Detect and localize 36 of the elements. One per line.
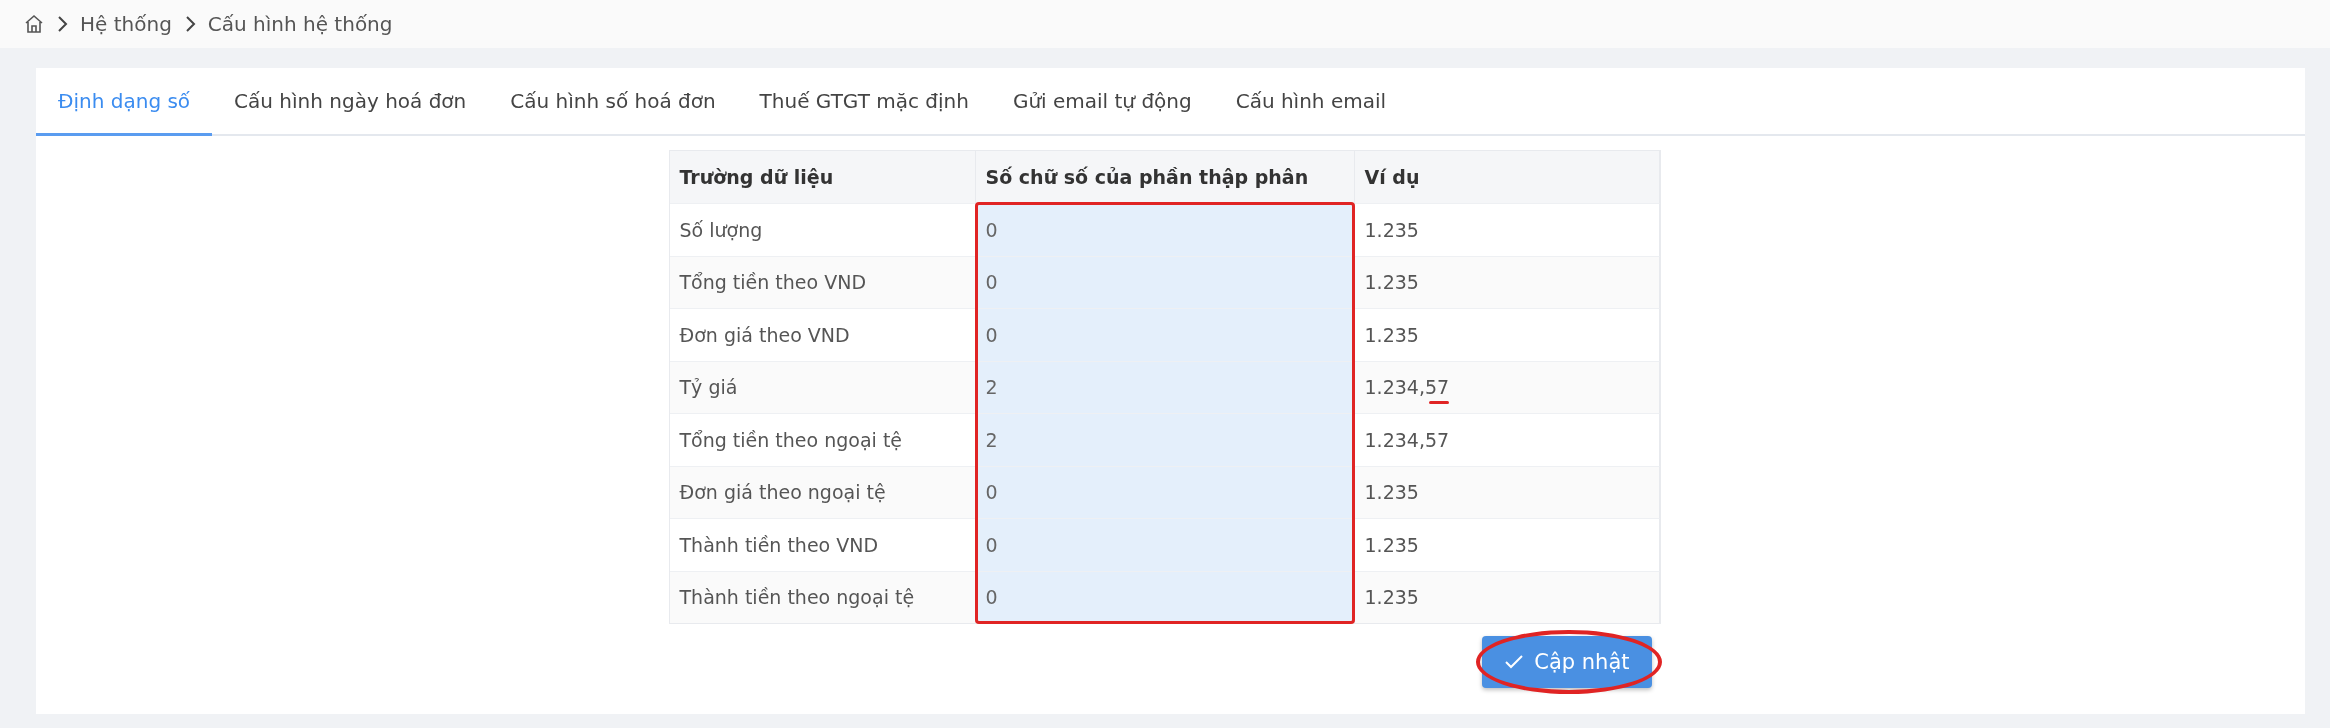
breadcrumb-link[interactable]: Cấu hình hệ thống: [207, 12, 393, 36]
table-cell: Tỷ giá: [669, 360, 976, 413]
example-value: 1.234,57: [1364, 368, 1450, 407]
tab[interactable]: Cấu hình ngày hoá đơn: [212, 68, 489, 136]
example-value: 1.235: [1364, 480, 1419, 506]
decimal-field[interactable]: 0: [975, 255, 1355, 308]
column-header: Trường dữ liệu: [669, 151, 976, 203]
example-value: 1.235: [1364, 532, 1419, 558]
table-cell: Tổng tiền theo VND: [669, 255, 976, 308]
example-value: 1.235: [1364, 585, 1419, 611]
example-value: 1.235: [1364, 270, 1419, 296]
decimal-field[interactable]: 2: [975, 360, 1355, 413]
example-value: 1.234,57: [1364, 427, 1450, 453]
decimal-field[interactable]: 0: [975, 203, 1355, 256]
tab[interactable]: Gửi email tự động: [990, 68, 1214, 136]
column-header: Ví dụ: [1354, 151, 1660, 203]
decimal-field[interactable]: 2: [975, 413, 1355, 466]
tab[interactable]: Cấu hình email: [1213, 68, 1409, 136]
decimal-field[interactable]: 0: [975, 570, 1355, 623]
example-value: 1.235: [1364, 322, 1419, 348]
table-cell: Thành tiền theo ngoại tệ: [669, 570, 976, 623]
decimal-field[interactable]: 0: [975, 518, 1355, 571]
table-cell: Đơn giá theo ngoại tệ: [669, 465, 976, 518]
example-value: 1.235: [1364, 217, 1419, 243]
tab[interactable]: Thuế GTGT mặc định: [737, 68, 991, 136]
check-icon: [1504, 654, 1525, 670]
chevron-icon: [56, 15, 68, 33]
column-header: Số chữ số của phần thập phân: [975, 151, 1355, 203]
tab[interactable]: Cấu hình số hoá đơn: [488, 68, 738, 136]
decimal-field[interactable]: 0: [975, 308, 1355, 361]
breadcrumb-link[interactable]: Hệ thống: [80, 12, 172, 36]
tab[interactable]: Định dạng số: [36, 68, 213, 136]
chevron-icon: [183, 15, 196, 33]
home-icon[interactable]: [24, 14, 44, 34]
update-button[interactable]: Cập nhật: [1482, 636, 1652, 688]
decimal-field[interactable]: 0: [975, 465, 1355, 518]
